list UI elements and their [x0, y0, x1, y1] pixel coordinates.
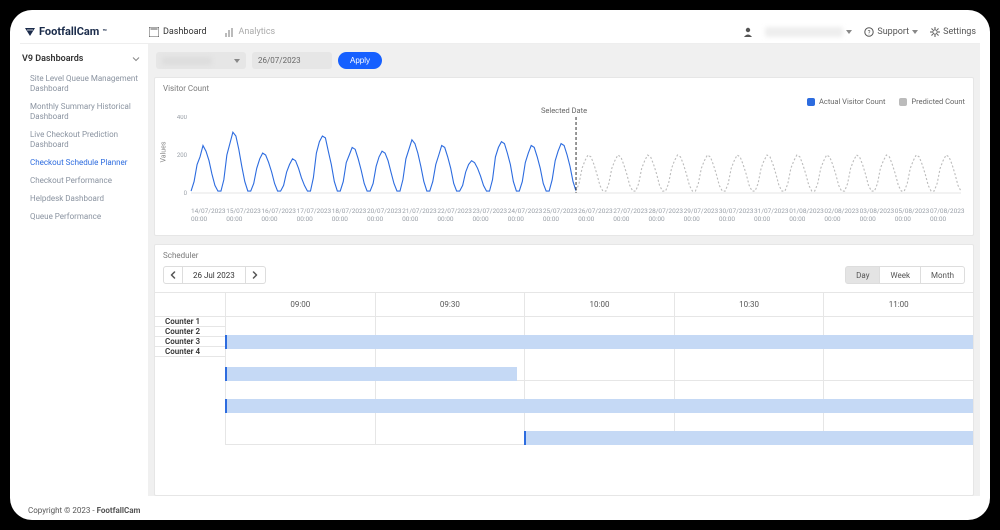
settings-label: Settings: [943, 27, 976, 37]
prev-day-button[interactable]: [163, 266, 183, 284]
sidebar-item[interactable]: Checkout Performance: [22, 172, 142, 190]
brand-logo: FootfallCam™: [24, 25, 139, 38]
chevron-down-icon: [132, 55, 140, 63]
legend-actual: Actual Visitor Count: [807, 97, 885, 106]
date-select[interactable]: 26/07/2023: [252, 52, 332, 69]
legend-predicted: Predicted Count: [899, 97, 965, 106]
sidebar-item[interactable]: Site Level Queue Management Dashboard: [22, 70, 142, 98]
chart-legend: Actual Visitor Count Predicted Count: [163, 97, 965, 106]
user-icon: [743, 27, 753, 37]
date-select-value: 26/07/2023: [258, 56, 301, 65]
counter-row: [225, 413, 973, 445]
scheduler-timeline: 09:0009:3010:0010:3011:00: [225, 293, 973, 445]
sidebar-items: Site Level Queue Management DashboardMon…: [22, 70, 142, 226]
nav-links: Dashboard Analytics: [149, 27, 275, 37]
y-axis-label: Values: [160, 142, 168, 163]
apply-button[interactable]: Apply: [338, 52, 382, 69]
schedule-bar[interactable]: [524, 431, 973, 445]
support-menu[interactable]: ? Support: [864, 27, 918, 37]
caret-down-icon: [846, 30, 852, 34]
user-name-blurred: [765, 27, 843, 37]
nav-dashboard-label: Dashboard: [163, 27, 207, 37]
analytics-icon: [225, 27, 235, 37]
filter-row: 26/07/2023 Apply: [154, 52, 974, 69]
brand-tm: ™: [102, 28, 106, 36]
sidebar-item[interactable]: Helpdesk Dashboard: [22, 190, 142, 208]
counter-row-label: Counter 3: [155, 337, 225, 347]
scheduler-grid: Counter 1Counter 2Counter 3Counter 4 09:…: [155, 292, 973, 445]
svg-text:200: 200: [177, 152, 188, 159]
counter-row-label: Counter 1: [155, 317, 225, 327]
nav-dashboard[interactable]: Dashboard: [149, 27, 207, 37]
top-tools: ? Support Settings: [743, 27, 976, 37]
sidebar-item[interactable]: Checkout Schedule Planner: [22, 154, 142, 172]
dashboard-icon: [149, 27, 159, 37]
sidebar: V9 Dashboards Site Level Queue Managemen…: [20, 44, 148, 496]
scheduler-card: Scheduler 26 Jul 2023 Day Week: [154, 244, 974, 496]
scheduler-row-labels: Counter 1Counter 2Counter 3Counter 4: [155, 293, 225, 445]
counter-row-label: Counter 2: [155, 327, 225, 337]
footer: Copyright © 2023 - FootfallCam: [28, 506, 140, 515]
chart-plot: Values 0 200 400: [163, 115, 965, 205]
schedule-bar[interactable]: [225, 367, 517, 381]
view-segment: Day Week Month: [845, 266, 965, 284]
scheduler-toolbar: 26 Jul 2023 Day Week Month: [155, 266, 973, 292]
scheduler-title: Scheduler: [155, 251, 973, 266]
main: 26/07/2023 Apply Visitor Count Actual Vi…: [148, 44, 980, 496]
sidebar-item[interactable]: Live Checkout Prediction Dashboard: [22, 126, 142, 154]
counter-row: [225, 381, 973, 413]
time-column-header: 11:00: [823, 293, 973, 317]
scheduler-date-nav: 26 Jul 2023: [163, 266, 266, 284]
sidebar-item[interactable]: Monthly Summary Historical Dashboard: [22, 98, 142, 126]
selected-date-label: Selected Date: [163, 106, 965, 115]
time-column-header: 10:30: [674, 293, 824, 317]
footer-copyright: Copyright © 2023 -: [28, 506, 97, 515]
support-label: Support: [877, 27, 909, 37]
svg-text:?: ?: [868, 29, 871, 36]
counter-row-label: Counter 4: [155, 347, 225, 357]
site-select[interactable]: [156, 52, 246, 69]
counter-row: [225, 349, 973, 381]
settings-menu[interactable]: Settings: [930, 27, 976, 37]
brand-name: FootfallCam: [39, 25, 99, 38]
x-axis-ticks: 14/07/2023 00:0015/07/2023 00:0016/07/20…: [163, 207, 965, 223]
caret-down-icon: [234, 59, 240, 63]
visitor-count-card: Visitor Count Actual Visitor Count Predi…: [154, 77, 974, 236]
svg-text:0: 0: [184, 190, 188, 197]
nav-analytics-label: Analytics: [239, 27, 276, 37]
support-icon: ?: [864, 27, 874, 37]
time-column-header: 09:00: [225, 293, 375, 317]
nav-analytics[interactable]: Analytics: [225, 27, 276, 37]
view-day[interactable]: Day: [845, 266, 880, 284]
next-day-button[interactable]: [246, 266, 266, 284]
body: V9 Dashboards Site Level Queue Managemen…: [20, 44, 980, 496]
gear-icon: [930, 27, 940, 37]
schedule-bar[interactable]: [225, 399, 973, 413]
app-window: FootfallCam™ Dashboard Analytics: [10, 10, 990, 520]
schedule-bar[interactable]: [225, 335, 973, 349]
view-month[interactable]: Month: [921, 266, 965, 284]
user-menu[interactable]: [765, 27, 852, 37]
sidebar-item[interactable]: Queue Performance: [22, 208, 142, 226]
scheduler-date[interactable]: 26 Jul 2023: [183, 266, 246, 284]
chart-title: Visitor Count: [163, 84, 965, 93]
time-column-header: 10:00: [524, 293, 674, 317]
brand-mark-icon: [24, 26, 36, 38]
caret-down-icon: [912, 30, 918, 34]
counter-row: [225, 317, 973, 349]
sidebar-heading-label: V9 Dashboards: [22, 54, 83, 64]
footer-brand: FootfallCam: [97, 506, 141, 515]
svg-text:400: 400: [177, 115, 188, 121]
view-week[interactable]: Week: [880, 266, 921, 284]
sidebar-heading[interactable]: V9 Dashboards: [22, 52, 142, 70]
time-column-header: 09:30: [375, 293, 525, 317]
topbar: FootfallCam™ Dashboard Analytics: [20, 20, 980, 44]
